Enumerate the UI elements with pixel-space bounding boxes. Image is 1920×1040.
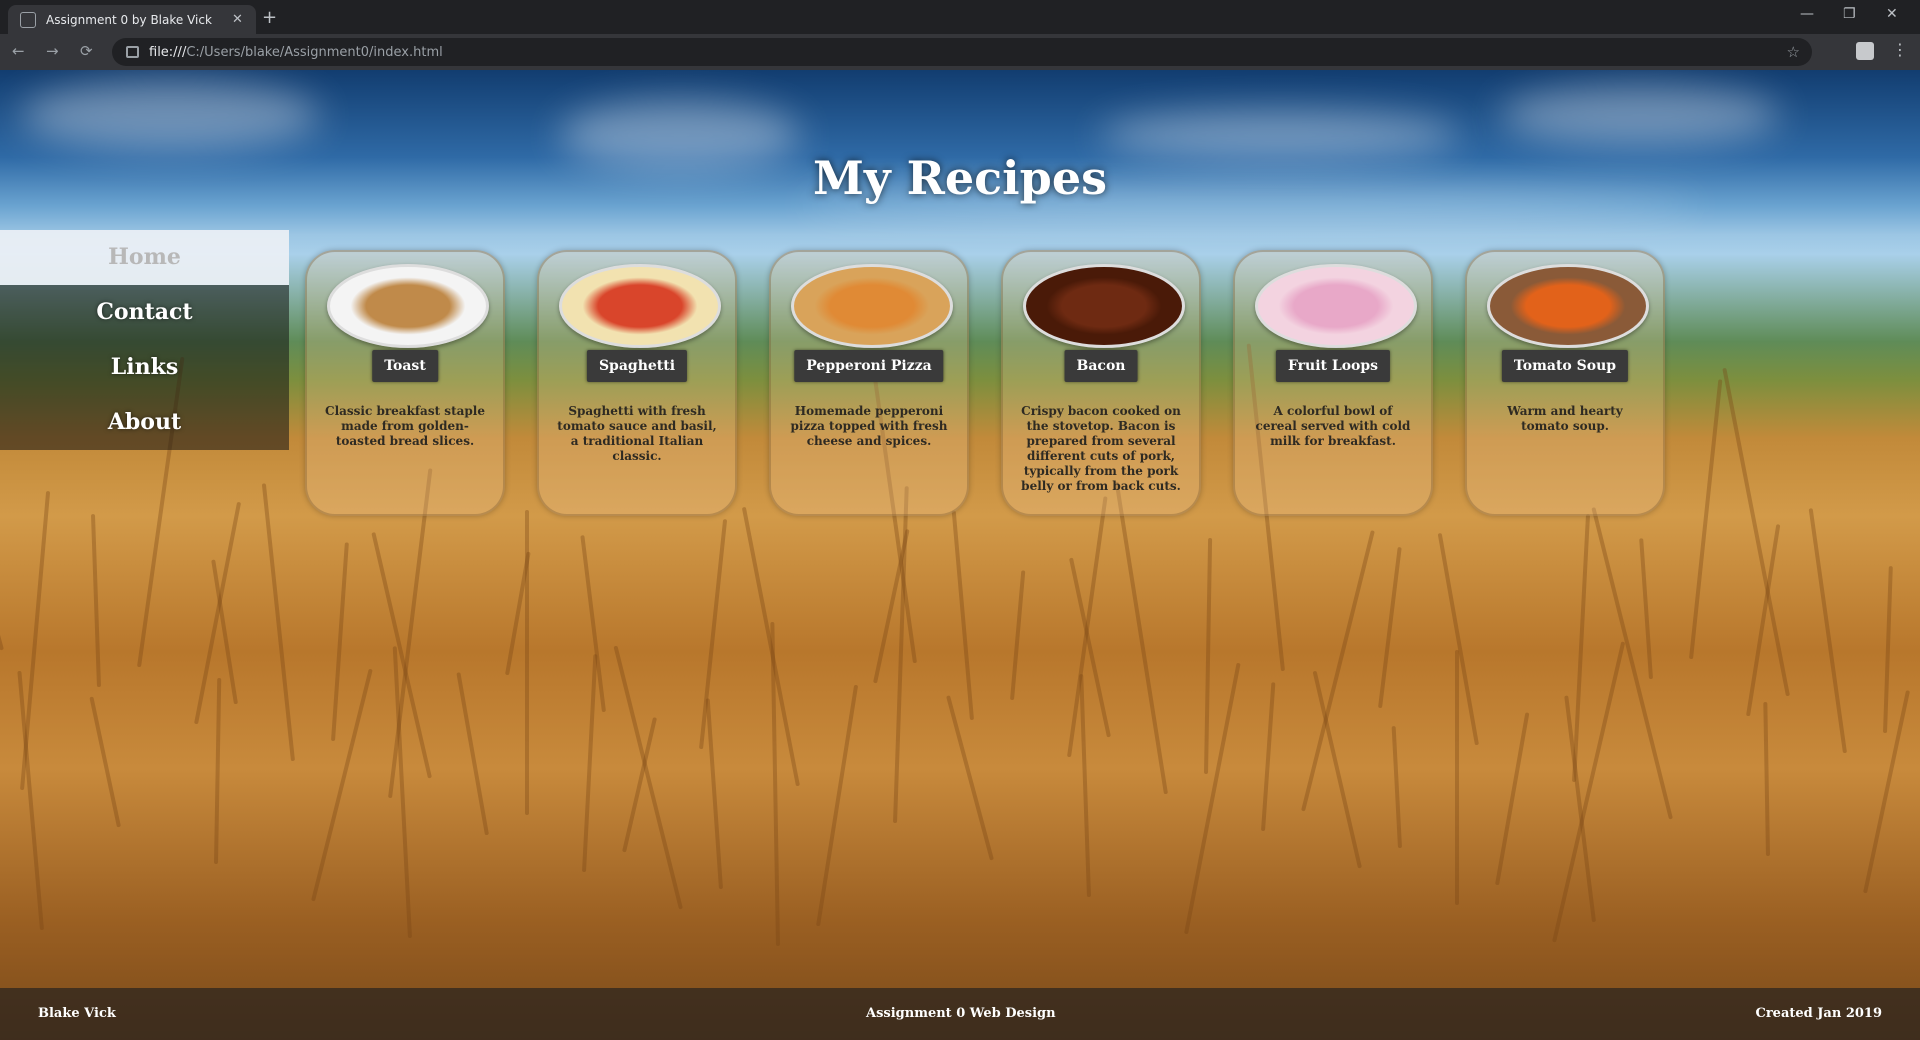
url-scheme: file:///: [149, 44, 187, 60]
browser-toolbar: ← → ⟳ file:///C:/Users/blake/Assignment0…: [0, 34, 1920, 70]
wheat-stalk-decoration: [1378, 546, 1402, 709]
wheat-stalk-decoration: [1455, 650, 1459, 905]
wheat-stalk-decoration: [1391, 726, 1402, 849]
footer-title: Assignment 0 Web Design: [866, 1006, 1056, 1021]
back-icon[interactable]: ←: [12, 42, 25, 60]
toast-button[interactable]: Toast: [372, 350, 438, 382]
wheat-stalk-decoration: [1204, 538, 1213, 775]
page-title: My Recipes: [813, 150, 1107, 205]
wheat-stalk-decoration: [699, 519, 728, 750]
recipe-card-tomato-soup: Tomato Soup Warm and hearty tomato soup.: [1465, 250, 1665, 516]
wheat-stalk-decoration: [1763, 701, 1770, 857]
close-window-icon[interactable]: ✕: [1886, 6, 1898, 22]
wheat-stalk-decoration: [331, 542, 349, 742]
wheat-stalk-decoration: [1312, 670, 1362, 869]
recipe-description: Warm and hearty tomato soup.: [1507, 404, 1623, 433]
url-path: C:/Users/blake/Assignment0/index.html: [186, 44, 443, 60]
wheat-stalk-decoration: [582, 654, 598, 873]
wheat-stalk-decoration: [741, 506, 800, 787]
wheat-stalk-decoration: [1261, 682, 1276, 832]
bookmark-star-icon[interactable]: ☆: [1787, 43, 1800, 61]
recipe-description: Homemade pepperoni pizza topped with fre…: [790, 404, 948, 448]
wheat-stalk-decoration: [90, 514, 101, 688]
wheat-stalk-decoration: [214, 677, 222, 865]
nav-item-links[interactable]: Links: [0, 340, 289, 395]
toast-image: [327, 264, 489, 348]
extension-icon[interactable]: [1856, 42, 1874, 60]
cloud-decoration: [20, 80, 320, 150]
wheat-stalk-decoration: [311, 668, 373, 902]
forward-icon[interactable]: →: [46, 42, 59, 60]
sidebar-nav: Home Contact Links About: [0, 230, 289, 450]
pepperoni-pizza-button[interactable]: Pepperoni Pizza: [794, 350, 944, 382]
wheat-stalk-decoration: [705, 698, 723, 890]
wheat-stalk-decoration: [1564, 695, 1596, 923]
wheat-stalk-decoration: [1572, 514, 1591, 783]
close-tab-icon[interactable]: ✕: [232, 12, 243, 27]
wheat-stalk-decoration: [0, 533, 4, 651]
wheat-stalk-decoration: [1495, 712, 1530, 886]
file-icon: [126, 46, 139, 58]
page-footer: Blake Vick Assignment 0 Web Design Creat…: [0, 988, 1920, 1040]
fruit-loops-image: [1255, 264, 1417, 348]
wheat-stalk-decoration: [1010, 570, 1026, 701]
browser-menu-icon[interactable]: ⋮: [1892, 40, 1908, 59]
bacon-image: [1023, 264, 1185, 348]
wheat-stalk-decoration: [1639, 538, 1653, 680]
address-bar[interactable]: file:///C:/Users/blake/Assignment0/index…: [112, 38, 1812, 66]
new-tab-button[interactable]: +: [262, 7, 277, 28]
page-background: My Recipes Home Contact Links About Toas…: [0, 70, 1920, 1040]
tab-title: Assignment 0 by Blake Vick: [46, 12, 212, 27]
nav-item-home[interactable]: Home: [0, 230, 289, 285]
footer-date: Created Jan 2019: [1755, 1006, 1882, 1021]
recipe-card-spaghetti: Spaghetti Spaghetti with fresh tomato sa…: [537, 250, 737, 516]
recipe-description: Crispy bacon cooked on the stovetop. Bac…: [1021, 404, 1181, 493]
wheat-stalk-decoration: [951, 510, 974, 721]
wheat-stalk-decoration: [1079, 674, 1091, 898]
wheat-stalk-decoration: [456, 672, 489, 836]
tomato-soup-button[interactable]: Tomato Soup: [1501, 350, 1629, 382]
footer-author: Blake Vick: [38, 1006, 116, 1021]
recipe-card-fruit-loops: Fruit Loops A colorful bowl of cereal se…: [1233, 250, 1433, 516]
wheat-stalk-decoration: [1883, 566, 1893, 734]
wheat-stalk-decoration: [1591, 507, 1673, 820]
page-favicon-icon: [20, 11, 36, 28]
wheat-stalk-decoration: [89, 696, 121, 828]
url-text: file:///C:/Users/blake/Assignment0/index…: [149, 45, 443, 60]
wheat-stalk-decoration: [1808, 508, 1847, 754]
wheat-stalk-decoration: [1114, 481, 1168, 795]
recipe-card-toast: Toast Classic breakfast staple made from…: [305, 250, 505, 516]
recipe-card-bacon: Bacon Crispy bacon cooked on the stoveto…: [1001, 250, 1201, 516]
wheat-stalk-decoration: [1184, 662, 1241, 935]
recipe-card-pepperoni-pizza: Pepperoni Pizza Homemade pepperoni pizza…: [769, 250, 969, 516]
reload-icon[interactable]: ⟳: [80, 42, 93, 60]
fruit-loops-button[interactable]: Fruit Loops: [1275, 350, 1391, 382]
bacon-button[interactable]: Bacon: [1064, 350, 1138, 382]
wheat-stalk-decoration: [525, 510, 529, 815]
recipe-description: Classic breakfast staple made from golde…: [325, 404, 485, 448]
minimize-icon[interactable]: —: [1800, 6, 1814, 22]
wheat-stalk-decoration: [1689, 379, 1723, 660]
browser-tab-bar: Assignment 0 by Blake Vick ✕ + — ❐ ✕: [0, 0, 1920, 34]
wheat-stalk-decoration: [946, 695, 994, 861]
nav-item-about[interactable]: About: [0, 395, 289, 450]
spaghetti-button[interactable]: Spaghetti: [586, 350, 688, 382]
pizza-image: [791, 264, 953, 348]
wheat-stalk-decoration: [613, 645, 683, 910]
wheat-stalk-decoration: [816, 684, 859, 927]
recipe-description: Spaghetti with fresh tomato sauce and ba…: [557, 404, 717, 463]
spaghetti-image: [559, 264, 721, 348]
wheat-stalk-decoration: [261, 483, 295, 762]
recipe-description: A colorful bowl of cereal served with co…: [1255, 404, 1411, 448]
tomato-soup-image: [1487, 264, 1649, 348]
browser-tab[interactable]: Assignment 0 by Blake Vick ✕: [8, 5, 256, 34]
nav-item-contact[interactable]: Contact: [0, 285, 289, 340]
maximize-icon[interactable]: ❐: [1843, 6, 1856, 22]
cloud-decoration: [1500, 85, 1780, 145]
